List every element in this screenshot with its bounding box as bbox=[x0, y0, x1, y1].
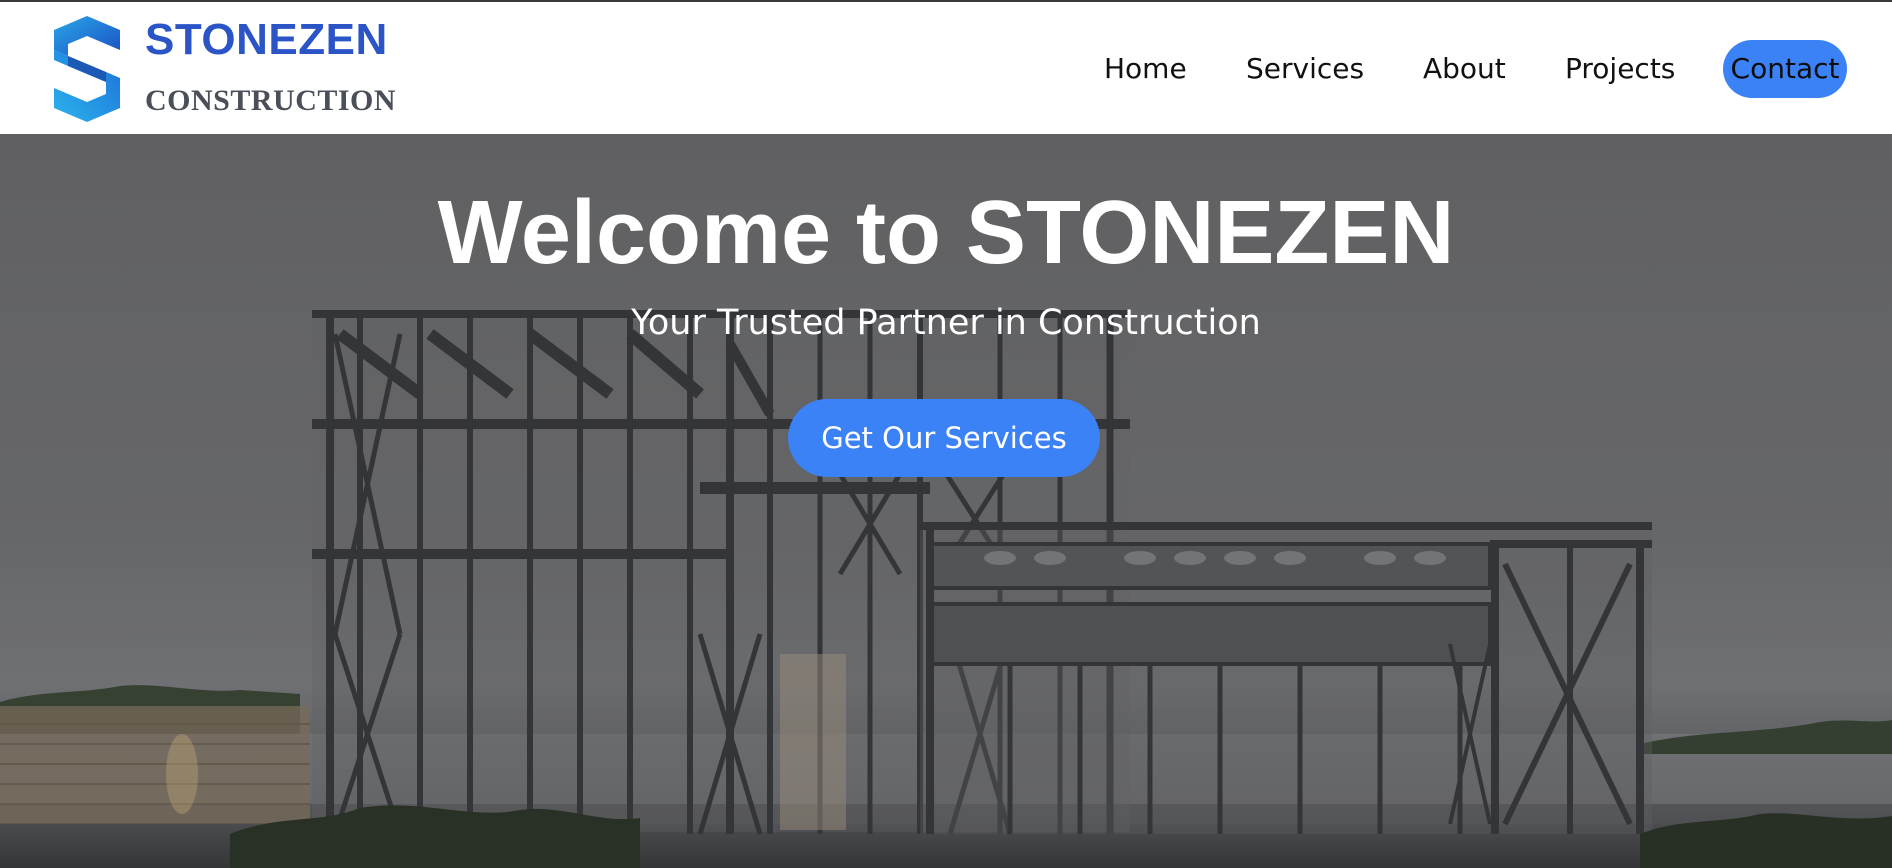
get-services-button[interactable]: Get Our Services bbox=[788, 399, 1100, 477]
nav-about-link[interactable]: About bbox=[1423, 40, 1506, 98]
main-nav: Home Services About Projects Contact bbox=[0, 40, 1892, 98]
hero-title: Welcome to STONEZEN bbox=[437, 183, 1455, 283]
nav-services-link[interactable]: Services bbox=[1246, 40, 1364, 98]
hero-section: Welcome to STONEZEN Your Trusted Partner… bbox=[0, 134, 1892, 868]
nav-home-link[interactable]: Home bbox=[1104, 40, 1187, 98]
site-header: STONEZEN CONSTRUCTION Home Services Abou… bbox=[0, 2, 1892, 134]
nav-projects-link[interactable]: Projects bbox=[1565, 40, 1675, 98]
contact-button[interactable]: Contact bbox=[1723, 40, 1847, 98]
hero-subtitle: Your Trusted Partner in Construction bbox=[631, 303, 1261, 343]
